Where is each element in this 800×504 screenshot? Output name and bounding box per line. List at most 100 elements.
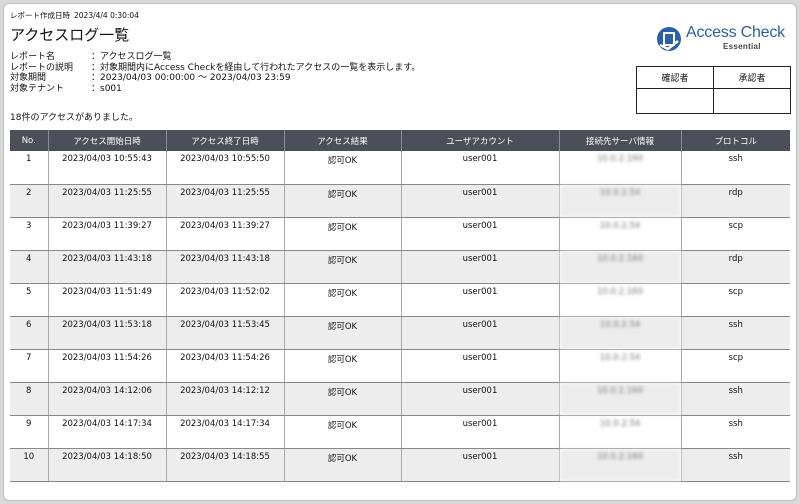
cell-start: 2023/04/03 11:25:55 <box>48 184 167 218</box>
cell-no: 5 <box>10 283 49 317</box>
report-meta: レポート名 ：アクセスログ一覧 レポートの説明 ：対象期間内にAccess Ch… <box>10 52 420 94</box>
cell-user: user001 <box>401 415 560 449</box>
meta-row-description: レポートの説明 ：対象期間内にAccess Checkを経由して行われたアクセス… <box>10 63 420 74</box>
cell-user: user001 <box>401 349 560 383</box>
cell-end: 2023/04/03 11:43:18 <box>166 250 285 284</box>
cell-server: 10.0.2.54 <box>559 184 682 218</box>
cell-protocol: ssh <box>681 382 790 416</box>
cell-protocol: scp <box>681 349 790 383</box>
meta-row-report-name: レポート名 ：アクセスログ一覧 <box>10 52 420 63</box>
meta-label: レポートの説明 <box>10 62 74 73</box>
report-page: レポート作成日時 2023/4/4 0:30:04 アクセスログ一覧 レポート名 … <box>3 3 797 501</box>
cell-no: 6 <box>10 316 49 350</box>
cell-start: 2023/04/03 11:43:18 <box>48 250 167 284</box>
access-check-logo: Access Check Essential <box>656 24 785 56</box>
cell-result: 認可OK <box>284 283 402 317</box>
cell-start: 2023/04/03 14:17:34 <box>48 415 167 449</box>
approval-box: 確認者 承認者 <box>636 66 791 114</box>
cell-server: 10.0.2.160 <box>559 283 682 317</box>
cell-server: 10.0.2.160 <box>559 151 682 185</box>
cell-result: 認可OK <box>284 184 402 218</box>
meta-value: ：アクセスログ一覧 <box>91 52 172 62</box>
cell-user: user001 <box>401 151 560 185</box>
table-row: 6 2023/04/03 11:53:18 2023/04/03 11:53:4… <box>10 316 790 350</box>
cell-start: 2023/04/03 11:39:27 <box>48 217 167 251</box>
table-row: 5 2023/04/03 11:51:49 2023/04/03 11:52:0… <box>10 283 790 317</box>
cell-user: user001 <box>401 250 560 284</box>
cell-end: 2023/04/03 11:54:26 <box>166 349 285 383</box>
cell-start: 2023/04/03 11:54:26 <box>48 349 167 383</box>
table-row: 2 2023/04/03 11:25:55 2023/04/03 11:25:5… <box>10 184 790 218</box>
cell-end: 2023/04/03 11:52:02 <box>166 283 285 317</box>
cell-end: 2023/04/03 14:17:34 <box>166 415 285 449</box>
logo-name: Access Check <box>686 24 785 41</box>
cell-no: 3 <box>10 217 49 251</box>
approver-sign-cell <box>713 88 791 114</box>
meta-label: レポート名 <box>10 52 56 62</box>
cell-server: 10.0.2.160 <box>559 250 682 284</box>
cell-end: 2023/04/03 14:12:12 <box>166 382 285 416</box>
cell-end: 2023/04/03 11:25:55 <box>166 184 285 218</box>
cell-result: 認可OK <box>284 217 402 251</box>
cell-result: 認可OK <box>284 250 402 284</box>
cell-result: 認可OK <box>284 415 402 449</box>
meta-label: 対象期間 <box>10 73 47 83</box>
cell-protocol: rdp <box>681 184 790 218</box>
logo-mark-icon <box>657 27 681 51</box>
meta-row-tenant: 対象テナント ：s001 <box>10 84 420 95</box>
cell-end: 2023/04/03 11:39:27 <box>166 217 285 251</box>
cell-start: 2023/04/03 14:18:50 <box>48 448 167 482</box>
table-row: 9 2023/04/03 14:17:34 2023/04/03 14:17:3… <box>10 415 790 449</box>
cell-user: user001 <box>401 382 560 416</box>
cell-protocol: ssh <box>681 448 790 482</box>
col-header-result: アクセス結果 <box>284 130 402 151</box>
table-row: 1 2023/04/03 10:55:43 2023/04/03 10:55:5… <box>10 151 790 185</box>
table-row: 8 2023/04/03 14:12:06 2023/04/03 14:12:1… <box>10 382 790 416</box>
col-header-user: ユーザアカウント <box>401 130 560 151</box>
cell-no: 4 <box>10 250 49 284</box>
cell-end: 2023/04/03 14:18:55 <box>166 448 285 482</box>
cell-start: 2023/04/03 14:12:06 <box>48 382 167 416</box>
checker-label: 確認者 <box>636 66 714 89</box>
access-count: 18件のアクセスがありました。 <box>10 113 139 123</box>
cell-protocol: ssh <box>681 151 790 185</box>
cell-user: user001 <box>401 316 560 350</box>
cell-protocol: scp <box>681 217 790 251</box>
created-value: 2023/4/4 0:30:04 <box>74 11 139 20</box>
col-header-no: No. <box>10 130 49 151</box>
cell-server: 10.0.2.54 <box>559 415 682 449</box>
cell-no: 9 <box>10 415 49 449</box>
meta-row-period: 対象期間 ：2023/04/03 00:00:00 〜 2023/04/03 2… <box>10 73 420 84</box>
col-header-server: 接続先サーバ情報 <box>559 130 682 151</box>
cell-result: 認可OK <box>284 448 402 482</box>
cell-server: 10.0.2.54 <box>559 349 682 383</box>
cell-result: 認可OK <box>284 382 402 416</box>
col-header-start: アクセス開始日時 <box>48 130 167 151</box>
cell-no: 8 <box>10 382 49 416</box>
col-header-protocol: プロトコル <box>681 130 790 151</box>
cell-user: user001 <box>401 184 560 218</box>
cell-no: 10 <box>10 448 49 482</box>
logo-edition: Essential <box>723 42 761 51</box>
meta-value: ：s001 <box>91 83 122 94</box>
meta-value: ：対象期間内にAccess Checkを経由して行われたアクセスの一覧を表示しま… <box>91 62 421 73</box>
page-title: アクセスログ一覧 <box>10 26 130 44</box>
cell-protocol: ssh <box>681 316 790 350</box>
cell-user: user001 <box>401 217 560 251</box>
meta-label: 対象テナント <box>10 83 65 94</box>
cell-result: 認可OK <box>284 316 402 350</box>
cell-protocol: scp <box>681 283 790 317</box>
approver-label: 承認者 <box>713 66 791 89</box>
meta-value: ：2023/04/03 00:00:00 〜 2023/04/03 23:59 <box>91 73 291 83</box>
col-header-end: アクセス終了日時 <box>166 130 285 151</box>
cell-server: 10.0.2.160 <box>559 448 682 482</box>
cell-end: 2023/04/03 10:55:50 <box>166 151 285 185</box>
report-created: レポート作成日時 2023/4/4 0:30:04 <box>10 10 143 21</box>
cell-no: 7 <box>10 349 49 383</box>
cell-result: 認可OK <box>284 349 402 383</box>
cell-protocol: ssh <box>681 415 790 449</box>
table-row: 3 2023/04/03 11:39:27 2023/04/03 11:39:2… <box>10 217 790 251</box>
cell-end: 2023/04/03 11:53:45 <box>166 316 285 350</box>
cell-no: 2 <box>10 184 49 218</box>
created-label: レポート作成日時 <box>10 11 70 20</box>
